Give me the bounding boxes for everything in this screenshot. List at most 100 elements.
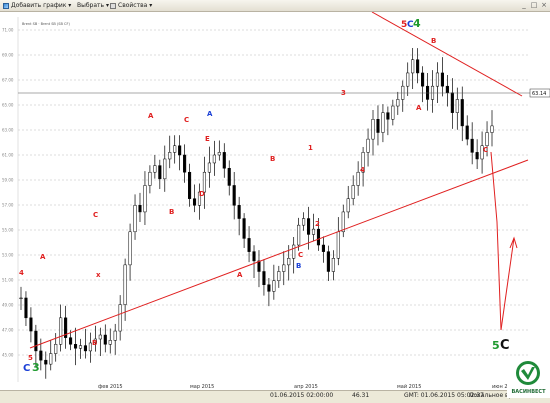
chart-background (0, 12, 550, 390)
minimize-button[interactable]: _ (520, 1, 528, 9)
restore-button[interactable]: □ (530, 1, 538, 9)
wave-label: A (237, 271, 243, 279)
candle-body (168, 152, 172, 160)
candle-body (252, 251, 256, 262)
y-tick-label: 63.00 (2, 128, 14, 133)
logo-text: ВАСИНВЕСТ (511, 389, 546, 395)
wave-label: B (92, 339, 97, 347)
candle-body (440, 72, 444, 87)
top-4: 4 (413, 17, 421, 30)
candle-body (460, 99, 464, 127)
candle-body (470, 138, 474, 153)
y-tick-label: 67.00 (2, 78, 14, 83)
wave-label: 4 (19, 269, 24, 277)
chart-area[interactable]: Brent SB · Brent SB (SB CF) 63.14 71.00 6… (0, 12, 550, 390)
candle-body (183, 154, 187, 173)
candle-body (302, 218, 306, 226)
candle-body (153, 165, 157, 173)
candle-body (103, 334, 107, 345)
candle-body (148, 171, 152, 186)
candle-body (316, 228, 321, 246)
y-tick-label: 71.00 (2, 28, 14, 33)
candle-body (138, 205, 142, 213)
candle-body (29, 317, 33, 332)
y-tick-label: 57.00 (2, 203, 14, 208)
status-date-time: 01.06.2015 02:00:00 (270, 392, 334, 399)
y-tick-label: 59.00 (2, 178, 14, 183)
add-chart-icon (3, 2, 9, 9)
target-c: C (500, 338, 510, 353)
status-bar: 01.06.2015 02:00:00 46.31 GMT: 01.06.201… (0, 390, 550, 403)
add-chart-menu[interactable]: Добавить график ▾ (3, 0, 71, 11)
candle-body (188, 171, 192, 199)
y-tick-label: 69.00 (2, 53, 14, 58)
candle-body (435, 72, 440, 87)
candle-body (287, 258, 291, 266)
candle-body (83, 345, 88, 352)
candle-body (19, 297, 23, 300)
wave-label: 3 (341, 89, 346, 97)
status-value: 46.31 (352, 392, 370, 399)
candle-body (39, 350, 43, 361)
candle-body (311, 228, 316, 235)
target-5: 5 (492, 339, 500, 352)
wave-label: x (96, 271, 101, 279)
company-logo: ВАСИНВЕСТ (507, 358, 550, 398)
select-menu[interactable]: Выбрать ▾ (77, 0, 109, 11)
price-label: 63.14 (532, 91, 546, 97)
candle-body (69, 337, 73, 345)
close-button[interactable]: × (540, 1, 548, 9)
candle-body (297, 224, 301, 246)
wave-label: C (184, 116, 189, 124)
candle-body (346, 198, 350, 213)
candle-body (272, 280, 276, 292)
candle-body (321, 244, 325, 252)
wave-label: C (483, 146, 488, 154)
properties-label: Свойства ▾ (118, 2, 153, 9)
chart-toolbar: Добавить график ▾ Выбрать ▾ Свойства ▾ _… (0, 0, 550, 12)
candle-body (108, 340, 112, 345)
candle-body (133, 205, 137, 233)
candle-body (143, 185, 147, 213)
candle-body (307, 218, 311, 235)
price-chart[interactable]: Brent SB · Brent SB (SB CF) 63.14 71.00 6… (0, 12, 550, 390)
wave-label: A (148, 112, 154, 120)
candle-body (341, 211, 345, 233)
wave-label: A (40, 253, 46, 261)
candle-body (123, 264, 127, 305)
candle-body (450, 92, 454, 113)
bottom-left-3: 3 (32, 361, 40, 374)
properties-menu[interactable]: Свойства ▾ (110, 0, 152, 11)
candle-body (212, 154, 216, 164)
candle-body (421, 72, 425, 87)
candle-body (391, 105, 395, 120)
candle-body (54, 344, 58, 354)
candle-body (282, 264, 286, 272)
candle-body (98, 334, 102, 340)
bottom-left-c: C (23, 363, 30, 374)
x-tick-label: май 2015 (397, 383, 421, 390)
logo-emblem-icon: ВАСИНВЕСТ (511, 361, 546, 395)
candle-body (118, 304, 122, 332)
candle-body (242, 218, 246, 239)
wave-label: A (416, 104, 422, 112)
wave-label: D (199, 190, 205, 198)
candle-body (232, 185, 236, 206)
candle-body (416, 59, 420, 74)
candle-body (163, 158, 167, 180)
candle-body (381, 112, 385, 133)
candle-body (277, 271, 281, 282)
candle-body (366, 138, 370, 153)
wave-label: 1 (308, 144, 313, 152)
candle-body (351, 185, 355, 199)
candle-body (267, 284, 271, 292)
candle-body (490, 125, 494, 133)
candle-body (411, 59, 415, 74)
wave-label: C (298, 251, 303, 259)
wave-label: A (207, 110, 213, 118)
candle-body (406, 72, 410, 87)
add-chart-label: Добавить график ▾ (11, 2, 72, 9)
candle-body (326, 251, 330, 272)
candle-body (465, 125, 469, 140)
y-tick-label: 55.00 (2, 228, 14, 233)
